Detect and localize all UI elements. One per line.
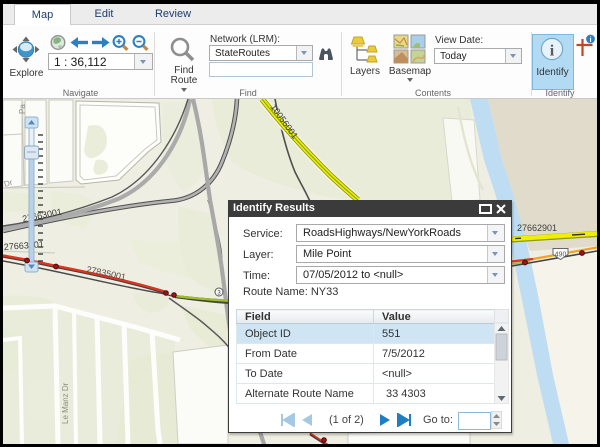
svg-text:490: 490	[555, 252, 567, 259]
svg-text:Pa: Pa	[18, 104, 27, 114]
svg-text:Le Manz Dr: Le Manz Dr	[61, 382, 70, 424]
svg-text:i: i	[589, 35, 591, 44]
svg-text:27662901: 27662901	[517, 223, 557, 233]
svg-text:i: i	[550, 43, 555, 60]
